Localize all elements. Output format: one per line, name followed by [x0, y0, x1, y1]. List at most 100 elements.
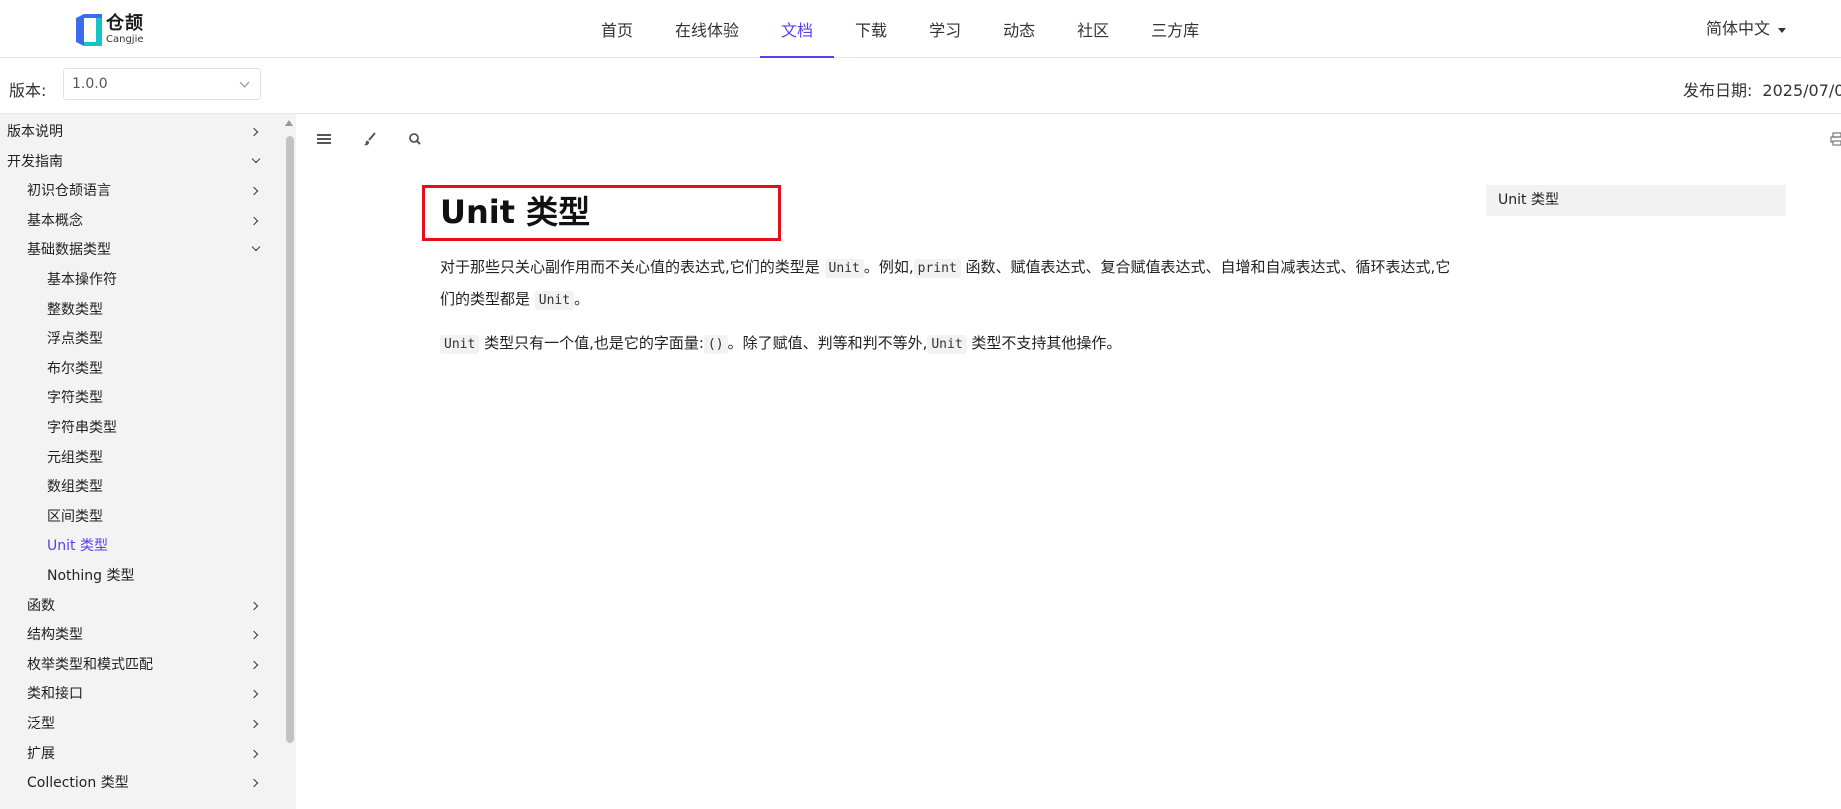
- chevron-right-icon: [249, 719, 259, 729]
- print-icon[interactable]: [1830, 131, 1841, 146]
- chevron-right-icon: [249, 127, 259, 137]
- p2-text-1: 类型只有一个值,也是它的字面量:: [479, 334, 704, 352]
- release-date-label: 发布日期:: [1683, 81, 1753, 100]
- sidebar-item[interactable]: 枚举类型和模式匹配: [0, 651, 282, 680]
- nav-item-6[interactable]: 社区: [1056, 0, 1130, 58]
- language-selector[interactable]: 简体中文: [1706, 0, 1787, 58]
- chevron-down-icon: [239, 77, 250, 88]
- sidebar-item[interactable]: 布尔类型: [0, 355, 282, 384]
- sidebar-item-label: 扩展: [27, 745, 55, 762]
- sidebar-item[interactable]: 区间类型: [0, 503, 282, 532]
- chevron-right-icon: [249, 660, 259, 670]
- sidebar-item-label: 基本概念: [27, 212, 83, 229]
- chevron-right-icon: [249, 601, 259, 610]
- inline-code: Unit: [534, 291, 575, 310]
- scroll-up-arrow-icon[interactable]: [285, 120, 293, 126]
- sidebar-item-label: 整数类型: [47, 301, 103, 318]
- sidebar-item-label: 泛型: [27, 716, 55, 732]
- sidebar-item-label: 类和接口: [27, 686, 83, 703]
- sidebar-item[interactable]: 泛型: [0, 710, 282, 739]
- chevron-right-icon: [249, 216, 259, 226]
- sidebar-item-label: 基础数据类型: [27, 242, 111, 259]
- search-icon[interactable]: [406, 130, 426, 148]
- paragraph-2: Unit 类型只有一个值,也是它的字面量:() 。除了赋值、判等和判不等外, Uni…: [440, 328, 1460, 360]
- nav-item-7[interactable]: 三方库: [1130, 0, 1220, 58]
- chevron-right-icon: [249, 749, 259, 758]
- nav-item-2[interactable]: 文档: [760, 0, 835, 58]
- sidebar-item[interactable]: 初识仓颉语言: [0, 177, 282, 206]
- sidebar-item[interactable]: 函数: [0, 592, 282, 621]
- sidebar-item-label: 数组类型: [47, 479, 103, 496]
- sidebar-item[interactable]: 元组类型: [0, 444, 282, 473]
- sidebar-item-label: 结构类型: [27, 627, 83, 644]
- sidebar-item[interactable]: Nothing 类型: [0, 562, 282, 591]
- sidebar-item-label: 版本说明: [7, 124, 63, 140]
- sidebar-item-label: Unit 类型: [47, 538, 108, 555]
- sidebar-item[interactable]: 版本说明: [0, 118, 282, 147]
- sidebar-item[interactable]: 基本操作符: [0, 266, 282, 295]
- menu-icon[interactable]: [315, 130, 335, 148]
- docs-sidebar: 版本说明开发指南初识仓颉语言 基本概念基础数据类型基本操作符整数类型浮点类型布尔类…: [0, 114, 282, 809]
- sidebar-item-label: 字符类型: [47, 390, 103, 407]
- version-bar: 版本: 1.0.0 发布日期: 2025/07/0: [0, 58, 1841, 114]
- paintbrush-icon[interactable]: [361, 130, 381, 148]
- sidebar-item[interactable]: 浮点类型: [0, 325, 282, 354]
- inline-code: Unit: [927, 335, 967, 354]
- sidebar-item-label: 字符串类型: [47, 420, 117, 436]
- sidebar-item-label: 基本操作符: [47, 272, 117, 288]
- chevron-right-icon: [249, 778, 259, 788]
- sidebar-item[interactable]: 结构类型: [0, 621, 282, 650]
- top-navbar: 仓颉 Cangjie 首页 在线体验 文档 下载 学习 动态 社区 三方库 简体中文: [0, 0, 1841, 58]
- nav-item-4[interactable]: 学习: [908, 0, 982, 58]
- logo-text-cn: 仓颉: [106, 13, 144, 34]
- p1-text-4: 。: [574, 290, 590, 308]
- inline-code: print: [913, 259, 961, 278]
- sidebar-item[interactable]: 基础数据类型: [0, 236, 282, 265]
- sidebar-item[interactable]: Collection 类型: [0, 769, 282, 798]
- sidebar-item[interactable]: 数组类型: [0, 473, 282, 502]
- sidebar-item-label: 区间类型: [47, 508, 103, 525]
- nav-item-5[interactable]: 动态: [982, 0, 1056, 58]
- sidebar-item-label: 初识仓颉语言: [27, 183, 111, 200]
- inline-code: (): [703, 335, 728, 354]
- sidebar-item[interactable]: Unit 类型: [0, 532, 282, 561]
- sidebar-item-label: 函数: [27, 597, 55, 614]
- inline-code: Unit: [824, 259, 864, 278]
- p1-text-1: 对于那些只关心副作用而不关心值的表达式,它们的类型是: [440, 258, 825, 276]
- chevron-right-icon: [249, 630, 259, 640]
- toc-item[interactable]: Unit 类型: [1486, 185, 1786, 216]
- sidebar-scrollbar-thumb[interactable]: [286, 136, 294, 743]
- inline-code: Unit: [440, 335, 480, 354]
- sidebar-item[interactable]: 开发指南: [0, 148, 282, 177]
- sidebar-item-label: 浮点类型: [47, 331, 103, 348]
- sidebar-item[interactable]: 类和接口: [0, 680, 282, 709]
- chevron-right-icon: [249, 186, 259, 196]
- chevron-down-icon: [251, 243, 261, 252]
- logo-text-en: Cangjie: [106, 34, 144, 45]
- main-nav: 首页 在线体验 文档 下载 学习 动态 社区 三方库: [580, 0, 1220, 58]
- release-date-value: 2025/07/0: [1762, 81, 1841, 100]
- sidebar-item[interactable]: 整数类型: [0, 296, 282, 325]
- sidebar-item[interactable]: 字符类型: [0, 384, 282, 413]
- sidebar-item[interactable]: 字符串类型: [0, 414, 282, 443]
- version-label: 版本:: [9, 81, 47, 100]
- sidebar-item-label: 枚举类型和模式匹配: [27, 656, 153, 673]
- version-value: 1.0.0: [72, 76, 108, 92]
- sidebar-item[interactable]: 扩展: [0, 740, 282, 769]
- sidebar-item-label: Collection 类型: [27, 775, 129, 792]
- sidebar-item-label: 元组类型: [47, 449, 103, 466]
- cangjie-logo[interactable]: 仓颉 Cangjie: [76, 13, 156, 47]
- sidebar-item-label: 布尔类型: [47, 360, 103, 377]
- nav-item-0[interactable]: 首页: [580, 0, 654, 58]
- p2-text-2: 。除了赋值、判等和判不等外,: [727, 334, 928, 352]
- nav-item-3[interactable]: 下载: [834, 0, 908, 58]
- version-select[interactable]: 1.0.0: [63, 68, 261, 100]
- sidebar-item-label: 开发指南: [7, 153, 63, 170]
- p1-text-2: 。例如,: [863, 258, 914, 276]
- nav-item-1[interactable]: 在线体验: [654, 0, 760, 58]
- chevron-right-icon: [249, 690, 259, 699]
- page-title: Unit 类型: [440, 193, 591, 231]
- sidebar-item[interactable]: 基本概念: [0, 207, 282, 236]
- cangjie-logo-icon: [76, 14, 102, 46]
- release-date: 发布日期: 2025/07/0: [1683, 77, 1841, 101]
